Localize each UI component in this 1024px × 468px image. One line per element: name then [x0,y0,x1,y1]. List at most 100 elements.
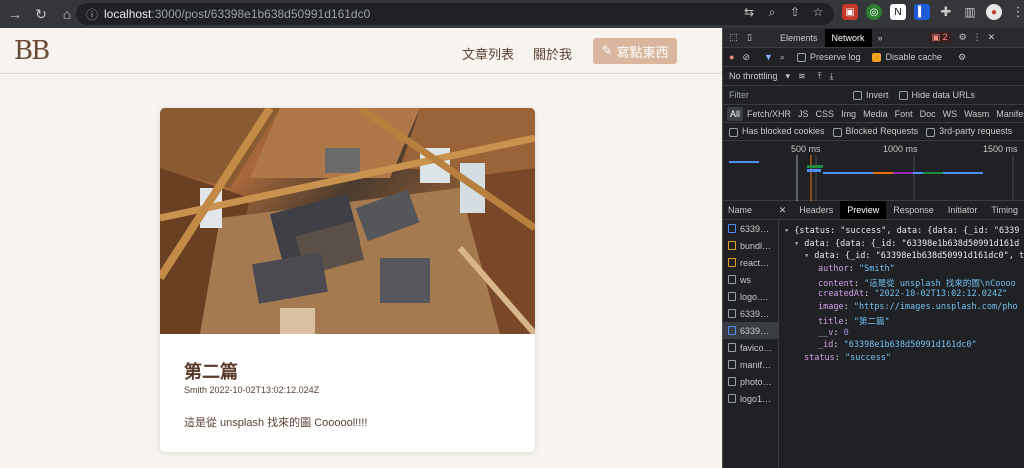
preview-line-text: {status: "success", data: {data: {_id: "… [794,226,1020,236]
preserve-log-label: Preserve log [809,51,861,62]
post-content: 這是從 unsplash 找來的圖 Coooool!!!! [184,417,368,429]
write-button[interactable]: ✎ 寫點東西 [593,38,677,64]
disable-cache-checkbox[interactable]: Disable cache [872,52,942,63]
type-filter-ws[interactable]: WS [940,107,961,121]
search-icon[interactable]: ⌕ [780,52,785,63]
side-panel-icon[interactable]: ▥ [962,4,978,20]
type-filter-js[interactable]: JS [795,107,812,121]
preview-line[interactable]: ▾ data: {data: {_id: "63398e1b638d50991d… [780,239,1024,252]
record-icon[interactable]: ● [729,52,734,62]
home-icon[interactable]: ⌂ [56,3,78,25]
preview-line-text: image: "https://images.unsplash.com/pho [818,302,1018,313]
close-detail-icon[interactable]: ✕ [779,205,787,216]
type-filter-wasm[interactable]: Wasm [961,107,992,121]
extensions-puzzle-icon[interactable]: ✚ [938,4,954,20]
type-filter-css[interactable]: CSS [813,107,838,121]
invert-checkbox[interactable]: Invert [853,89,889,101]
site-logo[interactable]: BB [14,36,50,66]
extension-green-icon[interactable]: ◎ [866,4,882,20]
tab-elements[interactable]: Elements [773,29,825,47]
url-path: :3000/post/63398e1b638d50991d161dc0 [151,7,371,21]
blocked-cookies-checkbox[interactable]: Has blocked cookies [729,126,825,137]
address-bar[interactable]: ⓘ localhost:3000/post/63398e1b638d50991d… [76,3,834,25]
expand-triangle-icon[interactable]: ▾ [794,239,804,249]
devtools-menu-icon[interactable]: ⋮ [973,32,982,43]
filter-input[interactable]: Filter [729,90,853,100]
request-row[interactable]: favico… [723,339,778,356]
browser-menu-icon[interactable]: ⋮ [1010,4,1024,20]
extension-notion-icon[interactable]: N [890,4,906,20]
profile-avatar[interactable]: ● [986,4,1002,20]
settings-gear-icon[interactable]: ⚙ [959,32,967,43]
request-row[interactable]: ws [723,271,778,288]
more-tabs-icon[interactable]: » [878,33,883,43]
post-card: 第二篇 Smith 2022-10-02T13:02:12.024Z 這是從 u… [160,108,535,452]
forward-icon[interactable]: → [4,3,26,25]
network-conditions-icon[interactable]: ≋ [798,71,806,82]
clear-icon[interactable]: ⊘ [742,52,750,63]
zoom-icon[interactable]: ⌕ [765,4,779,20]
share-icon[interactable]: ⇧ [788,4,802,20]
expand-triangle-icon[interactable]: ▾ [804,251,814,261]
translate-icon[interactable]: ⇆ [742,4,756,20]
type-filter-font[interactable]: Font [892,107,916,121]
request-row[interactable]: logo1… [723,390,778,407]
type-filter-all[interactable]: All [727,106,744,121]
inspect-icon[interactable]: ⬚ [729,32,743,43]
third-party-label: 3rd-party requests [939,126,1013,137]
file-icon [728,309,736,318]
throttling-select[interactable]: No throttling [729,71,778,81]
tab-response[interactable]: Response [886,201,941,219]
request-row[interactable]: manif… [723,356,778,373]
extension-red-icon[interactable]: ▣ [842,4,858,20]
reload-icon[interactable]: ↻ [30,3,52,25]
export-har-icon[interactable]: ⤓ [830,71,834,82]
name-column-header[interactable]: Name [728,205,771,215]
tab-headers[interactable]: Headers [792,201,840,219]
network-settings-icon[interactable]: ⚙ [958,52,966,63]
tab-timing[interactable]: Timing [984,201,1024,219]
info-icon[interactable]: ⓘ [86,6,98,23]
invert-label: Invert [866,89,889,100]
device-toggle-icon[interactable]: ▯ [747,32,761,43]
request-row[interactable]: 6339… [723,322,778,339]
nav-about[interactable]: 關於我 [533,44,572,63]
bookmark-star-icon[interactable]: ☆ [811,4,825,20]
request-row[interactable]: 6339… [723,220,778,237]
request-row[interactable]: 6339… [723,305,778,322]
type-filter-img[interactable]: Img [838,107,859,121]
file-icon [728,241,736,250]
issues-badge[interactable]: ▣ 2 [928,32,951,43]
type-filter-doc[interactable]: Doc [917,107,939,121]
tab-network[interactable]: Network [824,28,872,47]
request-row[interactable]: photo… [723,373,778,390]
third-party-checkbox[interactable]: 3rd-party requests [926,126,1013,137]
request-row[interactable]: react… [723,254,778,271]
type-filter-manifest[interactable]: Manifest [993,107,1024,121]
preview-line: author: "Smith" [780,264,1024,277]
file-icon [728,360,736,369]
preserve-log-checkbox[interactable]: Preserve log [796,51,861,63]
import-har-icon[interactable]: ⤒ [818,71,822,82]
request-name: manif… [740,359,772,370]
chevron-down-icon[interactable]: ▾ [786,71,791,82]
type-filter-fetchxhr[interactable]: Fetch/XHR [744,107,794,121]
filter-funnel-icon[interactable]: ▼ [764,52,773,62]
request-name: 6339… [740,308,770,319]
network-timeline[interactable]: 500 ms 1000 ms 1500 ms [723,141,1024,201]
preview-line[interactable]: ▾ {status: "success", data: {data: {_id:… [780,226,1024,239]
close-devtools-icon[interactable]: ✕ [988,32,996,43]
page-viewport: BB 文章列表 關於我 ✎ 寫點東西 第二篇 Smith 2022-10-02T… [0,28,722,468]
tab-preview[interactable]: Preview [840,201,887,219]
hide-data-urls-checkbox[interactable]: Hide data URLs [898,90,975,101]
preview-line: status: "success" [780,353,1024,366]
type-filter-media[interactable]: Media [860,107,891,121]
preview-line[interactable]: ▾ data: {_id: "63398e1b638d50991d161dc0"… [780,251,1024,264]
tab-initiator[interactable]: Initiator [941,201,985,219]
blocked-requests-checkbox[interactable]: Blocked Requests [832,126,918,137]
request-row[interactable]: bundl… [723,237,778,254]
request-row[interactable]: logo.… [723,288,778,305]
extension-blue-icon[interactable]: ▍ [914,4,930,20]
expand-triangle-icon[interactable]: ▾ [784,226,794,236]
nav-post-list[interactable]: 文章列表 [462,44,514,63]
